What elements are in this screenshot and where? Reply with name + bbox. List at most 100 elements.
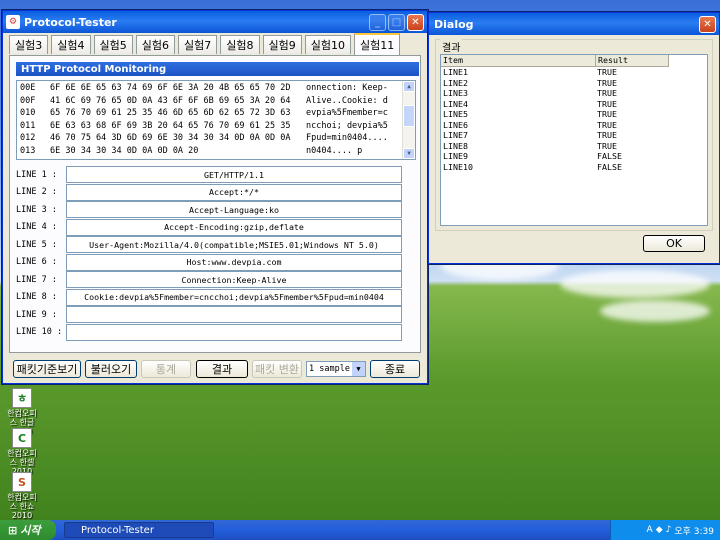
result-value: TRUE [597,130,617,140]
scroll-down-icon[interactable]: ▼ [403,148,415,159]
close-button[interactable]: ✕ [407,13,424,31]
result-row[interactable]: LINE10 FALSE [441,162,707,173]
dialog-titlebar[interactable]: Dialog ✕ [429,13,719,35]
result-list[interactable]: Item Result LINE1 TRUE LINE2 TRUE LINE3 TRUE L… [440,54,708,226]
line-label: LINE 6 : [16,257,57,267]
result-row[interactable]: LINE6 TRUE [441,120,707,131]
taskbar-item-protocol-tester[interactable]: Protocol-Tester [64,522,214,538]
result-row[interactable]: LINE2 TRUE [441,78,707,89]
line-row: LINE 3 : Accept-Language:ko [10,201,402,218]
line-row: LINE 6 : Host:www.devpia.com [10,253,402,271]
stats-button[interactable]: 통계 [141,360,191,378]
result-value: FALSE [597,151,622,161]
hex-ascii: Alive..Cookie: d [306,95,388,106]
hex-bytes: 41 6C 69 76 65 0D 0A 43 6F 6F 6B 69 65 3… [50,95,291,106]
result-item: LINE1 [443,67,468,77]
hancell-app-icon: C [12,428,32,448]
dialog-close-button[interactable]: ✕ [699,15,716,33]
security-shield-icon[interactable]: ◆ [656,525,663,535]
line-label: LINE 10 : [16,327,63,337]
result-row[interactable]: LINE7 TRUE [441,130,707,141]
line-field[interactable]: User-Agent:Mozilla/4.0(compatible;MSIE5.… [66,236,402,253]
maximize-button[interactable]: □ [388,13,405,31]
ok-button[interactable]: OK [643,235,705,252]
main-titlebar[interactable]: ⚙ Protocol-Tester _ □ ✕ [3,11,427,33]
line-field[interactable]: Accept:*/* [66,183,402,201]
result-dialog: Dialog ✕ 결과 Item Result LINE1 TRUE LINE2 TR… [428,12,720,264]
result-item: LINE4 [443,98,468,109]
exit-button[interactable]: 종료 [370,360,420,378]
line-row: LINE 10 : [10,323,402,341]
result-row[interactable]: LINE1 TRUE [441,67,707,78]
hangul-app-icon: ㅎ [12,388,32,408]
line-row: LINE 9 : [10,306,402,323]
result-row[interactable]: LINE4 TRUE [441,99,707,110]
result-row[interactable]: LINE3 TRUE [441,88,707,99]
tab-exp5[interactable]: 실험5 [93,35,133,54]
result-list-header: Item Result [441,55,707,67]
result-item: LINE3 [443,88,468,98]
result-value: FALSE [597,161,622,172]
tab-exp9[interactable]: 실험9 [262,35,302,54]
line-field[interactable] [66,306,402,323]
hex-off: 012 [20,133,36,143]
clock: 오후 3:39 [674,526,714,537]
scroll-thumb[interactable] [403,105,415,127]
load-button[interactable]: 불러오기 [85,360,137,378]
line-field[interactable]: Connection:Keep-Alive [66,271,402,288]
result-value: TRUE [597,140,617,151]
line-label: LINE 3 : [16,204,57,215]
tab-exp6[interactable]: 실험6 [135,35,175,54]
result-row[interactable]: LINE8 TRUE [441,141,707,152]
line-row: LINE 1 : GET/HTTP/1.1 [10,166,402,183]
hex-bytes: 65 76 70 69 61 25 35 46 6D 65 6D 62 65 7… [50,108,291,118]
hex-off: 011 [20,120,36,131]
ime-icon[interactable]: A [647,525,653,535]
packet-convert-button[interactable]: 패킷 변환 [252,360,302,378]
result-item: LINE8 [443,140,468,151]
hex-row: 010 65 76 70 69 61 25 35 46 6D 65 6D 62 6… [17,108,415,121]
tab-exp8[interactable]: 실험8 [220,35,260,54]
line-label: LINE 5 : [16,239,57,250]
result-value: TRUE [597,67,617,77]
line-field[interactable]: Accept-Language:ko [66,201,402,218]
result-button[interactable]: 결과 [196,360,248,378]
result-group-box: 결과 Item Result LINE1 TRUE LINE2 TRUE LINE3 TR… [435,39,713,231]
hex-bytes: 6F 6E 6E 65 63 74 69 6F 6E 3A 20 4B 65 6… [50,83,291,93]
hex-ascii: ncchoi; devpia%5 [306,120,388,131]
tab-exp10[interactable]: 실험10 [304,35,351,54]
result-row[interactable]: LINE5 TRUE [441,109,707,120]
packet-view-button[interactable]: 패킷기준보기 [13,360,81,378]
result-value: TRUE [597,109,617,119]
tab-exp7[interactable]: 실험7 [178,35,218,54]
hex-dump-view[interactable]: 00E 6F 6E 6E 65 63 74 69 6F 6E 3A 20 4B 6… [16,80,416,160]
tab-exp4[interactable]: 실험4 [51,35,91,54]
line-row: LINE 4 : Accept-Encoding:gzip,deflate [10,218,402,236]
volume-icon[interactable]: ♪ [666,525,672,535]
line-row: LINE 5 : User-Agent:Mozilla/4.0(compatibl… [10,236,402,253]
tab-exp3[interactable]: 실험3 [9,35,49,54]
windows-logo-icon: ⊞ [8,523,18,537]
sample-select[interactable]: 1 sample ▼ [306,361,366,377]
app-icon: ⚙ [6,15,20,29]
minimize-button[interactable]: _ [369,13,386,31]
result-row[interactable]: LINE9 FALSE [441,151,707,162]
start-button[interactable]: ⊞ 시작 [0,520,56,540]
line-field[interactable] [66,323,402,341]
desktop-icon-hancell[interactable]: C 한컴오피스 한셀 2010 [4,428,40,476]
hex-off: 00F [20,95,36,106]
line-field[interactable]: GET/HTTP/1.1 [66,166,402,183]
column-item[interactable]: Item [441,55,596,67]
line-field[interactable]: Host:www.devpia.com [66,253,402,271]
hex-bytes: 46 70 75 64 3D 6D 69 6E 30 34 30 34 0D 0… [50,133,291,143]
desktop-icon-hanshow[interactable]: S 한컴오피스 한쇼 2010 [4,472,40,520]
line-field[interactable]: Accept-Encoding:gzip,deflate [66,218,402,236]
hex-scrollbar[interactable]: ▲ ▼ [402,81,415,159]
result-value: TRUE [597,77,617,88]
column-result[interactable]: Result [596,55,669,67]
tab-exp11[interactable]: 실험11 [354,33,401,55]
result-item: LINE5 [443,109,468,119]
result-value: TRUE [597,119,617,130]
scroll-up-icon[interactable]: ▲ [403,81,415,92]
line-field[interactable]: Cookie:devpia%5Fmember=cncchoi;devpia%5F… [66,288,402,306]
